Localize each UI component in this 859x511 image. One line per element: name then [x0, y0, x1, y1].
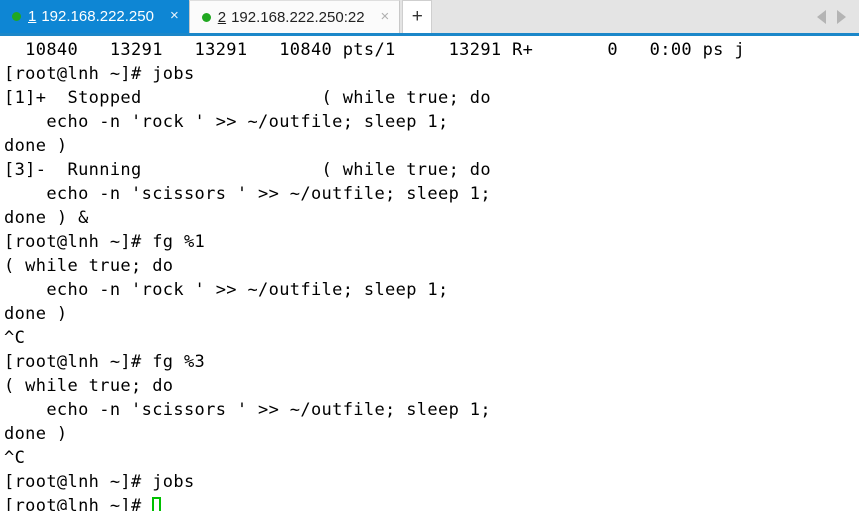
tab-index-label: 1	[28, 8, 37, 25]
terminal-cursor	[152, 497, 162, 511]
green-dot-icon	[201, 12, 211, 22]
triangle-right-icon[interactable]	[837, 9, 846, 24]
terminal-line: 10840 13291 13291 10840 pts/1 13291 R+ 0…	[4, 40, 745, 60]
tab-nav-arrows	[817, 0, 859, 33]
tab-title-label: 192.168.222.250:22	[231, 8, 365, 26]
terminal-output[interactable]: 10840 13291 13291 10840 pts/1 13291 R+ 0…	[0, 36, 859, 511]
terminal-line: echo -n 'rock ' >> ~/outfile; sleep 1;	[4, 112, 449, 132]
tab-bar: 1 192.168.222.250 × 2 192.168.222.250:22…	[0, 0, 859, 36]
close-icon[interactable]: ×	[164, 6, 185, 27]
close-icon[interactable]: ×	[375, 7, 396, 28]
tab-index-label: 2	[217, 8, 227, 26]
terminal-line: [1]+ Stopped ( while true; do	[4, 88, 491, 108]
tab-title-label: 192.168.222.250	[41, 8, 154, 25]
terminal-line: done )	[4, 136, 68, 156]
terminal-line: [root@lnh ~]# fg %3	[4, 352, 206, 372]
terminal-tab-1[interactable]: 1 192.168.222.250 ×	[0, 0, 189, 33]
terminal-line: [root@lnh ~]# fg %1	[4, 232, 206, 252]
terminal-line: ^C	[4, 448, 26, 468]
terminal-line: echo -n 'scissors ' >> ~/outfile; sleep …	[4, 400, 491, 420]
green-dot-icon	[12, 12, 21, 21]
terminal-line: ( while true; do	[4, 376, 174, 396]
terminal-line: echo -n 'scissors ' >> ~/outfile; sleep …	[4, 184, 491, 204]
terminal-line: ( while true; do	[4, 256, 174, 276]
terminal-line: done ) &	[4, 208, 89, 228]
terminal-line: echo -n 'rock ' >> ~/outfile; sleep 1;	[4, 280, 449, 300]
terminal-line: [root@lnh ~]# jobs	[4, 472, 195, 492]
terminal-line: [3]- Running ( while true; do	[4, 160, 491, 180]
terminal-line: done )	[4, 304, 68, 324]
triangle-left-icon[interactable]	[817, 9, 826, 24]
terminal-tab-2[interactable]: 2 192.168.222.250:22 ×	[188, 0, 401, 33]
terminal-line: ^C	[4, 328, 26, 348]
terminal-line: [root@lnh ~]#	[4, 494, 859, 511]
terminal-line: [root@lnh ~]# jobs	[4, 64, 195, 84]
new-tab-button[interactable]: +	[402, 0, 433, 33]
terminal-line: done )	[4, 424, 68, 444]
